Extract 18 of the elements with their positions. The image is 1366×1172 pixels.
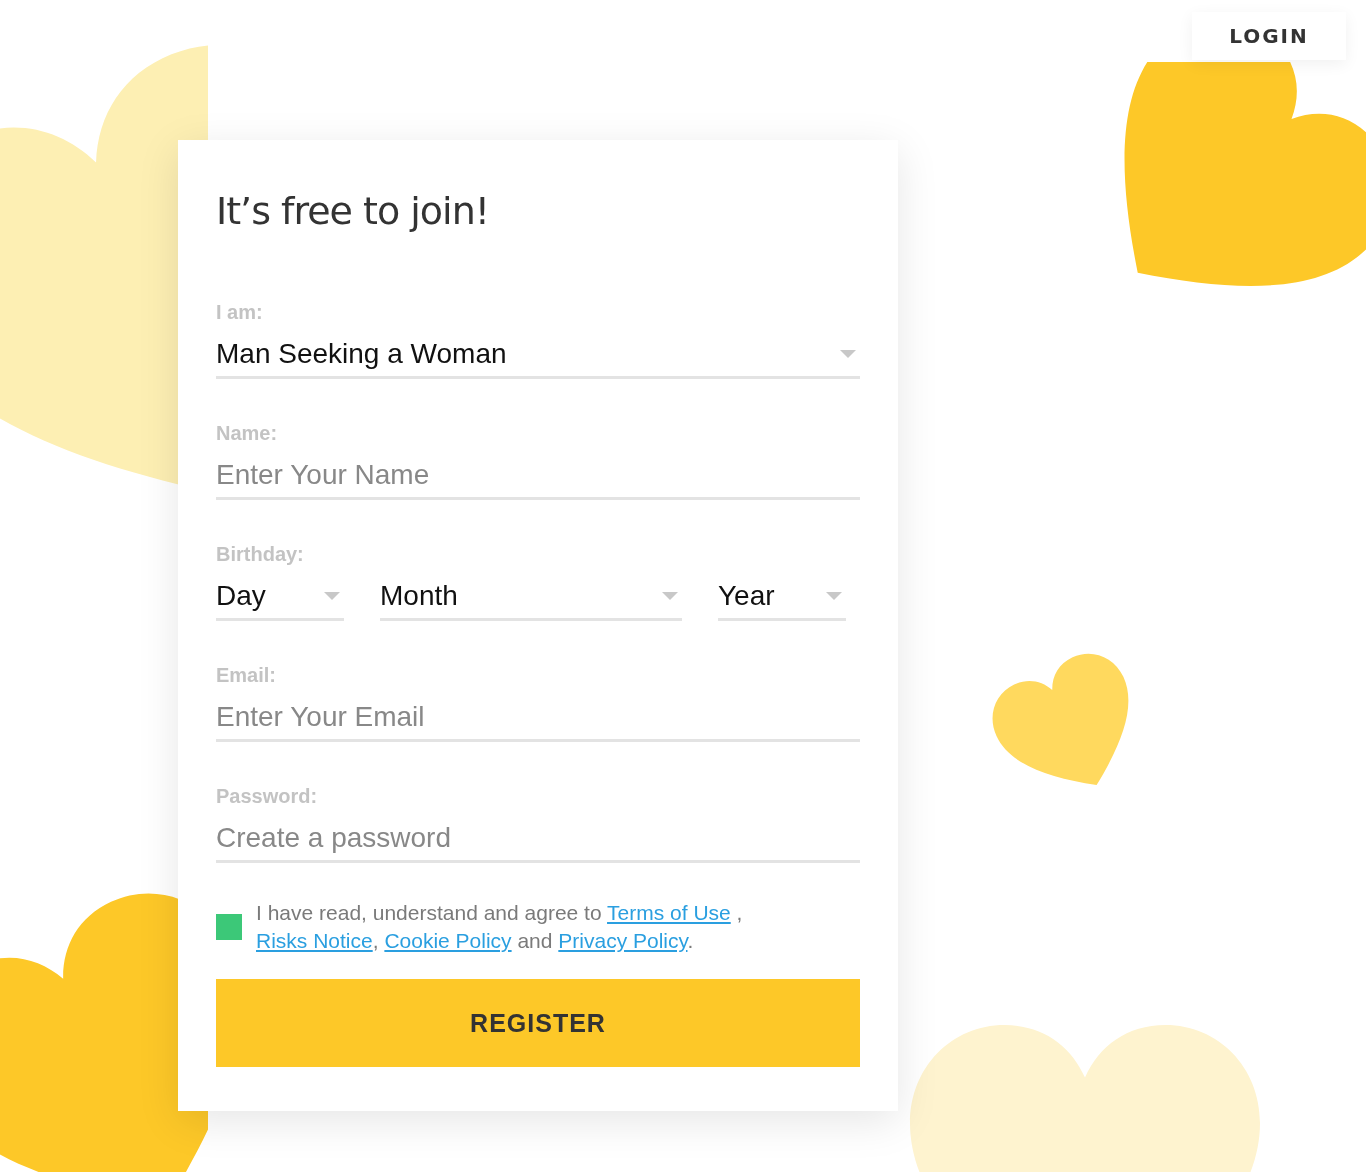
caret-icon xyxy=(826,592,842,600)
field-label: Name: xyxy=(216,421,279,445)
select-field[interactable]: Man Seeking a Woman xyxy=(216,332,860,379)
caret-icon xyxy=(662,592,678,600)
agreement-text: I have read, understand and agree to Terms of Use , Risks Notice, Cookie Policy and Privacy Policy. xyxy=(256,900,744,954)
register-button[interactable]: REGISTER xyxy=(216,979,860,1067)
form-title: It’s free to join! xyxy=(216,188,490,235)
select-field[interactable]: Year xyxy=(718,574,846,621)
caret-icon xyxy=(324,592,340,600)
field-label: Birthday: xyxy=(216,542,305,566)
field-label: Email: xyxy=(216,663,278,687)
login-button[interactable]: LOGIN xyxy=(1192,12,1346,60)
caret-icon xyxy=(840,350,856,358)
checkbox[interactable] xyxy=(216,914,242,940)
select-field[interactable]: Day xyxy=(216,574,344,621)
select-field[interactable]: Month xyxy=(380,574,682,621)
field-label: I am: xyxy=(216,300,264,324)
field-label: Password: xyxy=(216,784,319,808)
